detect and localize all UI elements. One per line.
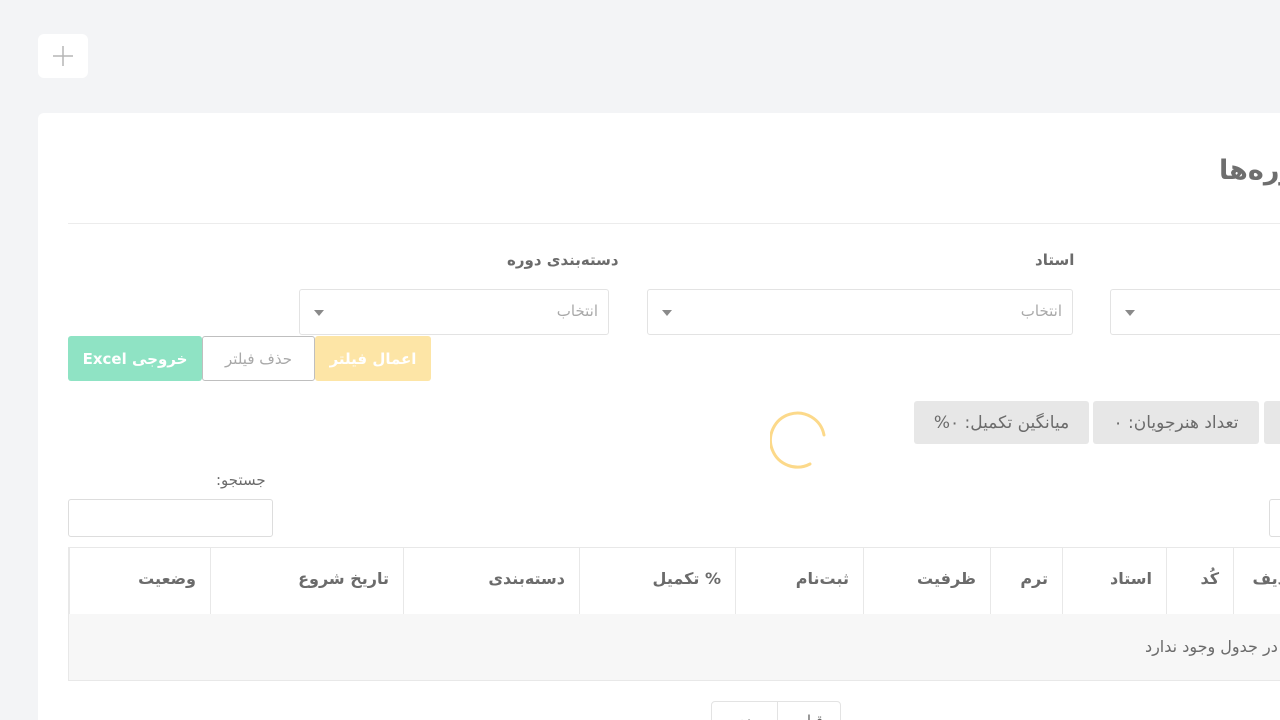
page-title: دوره‌ها: [1219, 155, 1280, 186]
prev-page-button[interactable]: قبلی: [794, 712, 823, 720]
pagination: بعدی قبلی: [711, 701, 841, 720]
third-filter-select[interactable]: [1110, 289, 1280, 335]
table-empty-row: داده‌ای در جدول وجود ندارد: [68, 614, 1280, 681]
apply-filter-button[interactable]: اعمال فیلتر: [315, 336, 431, 381]
plus-icon: [53, 46, 73, 66]
loading-spinner-icon: [770, 411, 826, 469]
column-header[interactable]: ثبت‌نام: [735, 548, 863, 614]
stat-badge-partial: [1264, 401, 1280, 444]
column-header[interactable]: استاد: [1062, 548, 1166, 614]
avg-completion-badge: میانگین تکمیل: ۰%: [914, 401, 1089, 444]
category-select[interactable]: انتخاب: [299, 289, 609, 335]
category-select-placeholder: انتخاب: [556, 302, 598, 320]
add-course-button[interactable]: [38, 34, 88, 78]
chevron-down-icon: [662, 310, 672, 316]
column-header[interactable]: وضعیت: [69, 548, 210, 614]
clear-filter-button[interactable]: حذف فیلتر: [202, 336, 315, 381]
export-excel-button[interactable]: خروجی Excel: [68, 336, 202, 381]
search-input[interactable]: [68, 499, 273, 537]
column-header[interactable]: ظرفیت: [863, 548, 990, 614]
column-header[interactable]: دسته‌بندی: [403, 548, 579, 614]
column-header[interactable]: ترم: [990, 548, 1062, 614]
title-divider: [68, 223, 1280, 224]
chevron-down-icon: [1125, 310, 1135, 316]
teacher-filter-label: استاد: [1035, 251, 1075, 269]
column-header[interactable]: تاریخ شروع: [210, 548, 403, 614]
chevron-down-icon: [314, 310, 324, 316]
teacher-select[interactable]: انتخاب: [647, 289, 1073, 335]
column-header[interactable]: ردیف: [1233, 548, 1280, 614]
column-header[interactable]: % تکمیل: [579, 548, 735, 614]
pagination-divider: [777, 702, 778, 720]
empty-message: داده‌ای در جدول وجود ندارد: [1144, 637, 1280, 656]
courses-card: دوره‌ها دسته‌بندی دوره استاد انتخاب انتخ…: [38, 113, 1280, 720]
teacher-select-placeholder: انتخاب: [1020, 302, 1062, 320]
page-title-wrap: دوره‌ها: [1198, 151, 1280, 191]
table-header: ردیف کُد استاد ترم ظرفیت ثبت‌نام % تکمیل…: [68, 547, 1280, 615]
category-filter-label: دسته‌بندی دوره: [507, 251, 619, 269]
search-label: جستجو:: [216, 471, 266, 489]
students-count-badge: تعداد هنرجویان: ۰: [1093, 401, 1259, 444]
next-page-button[interactable]: بعدی: [734, 712, 765, 720]
page-length-select[interactable]: [1269, 499, 1280, 537]
column-header[interactable]: کُد: [1166, 548, 1233, 614]
